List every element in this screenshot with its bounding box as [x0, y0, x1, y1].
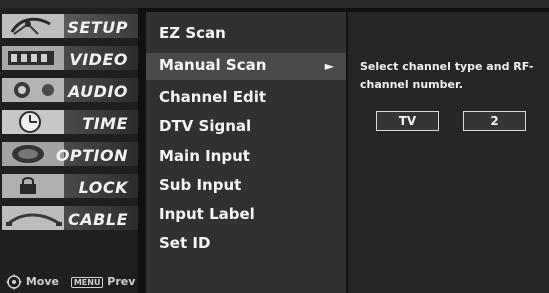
tab-label: CABLE	[68, 210, 128, 229]
tab-option[interactable]: OPTION	[0, 140, 138, 168]
category-tabs: SETUP VIDEO AUDIO TIME OPTION LOCK CABLE…	[0, 8, 138, 293]
tab-time[interactable]: TIME	[0, 108, 138, 136]
manual-scan-instructions: Select channel type and RF-channel numbe…	[360, 60, 534, 91]
clock-icon	[2, 110, 66, 134]
move-hint-label: Move	[25, 275, 59, 288]
menu-item-manual-scan[interactable]: Manual Scan ►	[146, 53, 346, 80]
menu-item-label: Input Label	[159, 205, 255, 223]
submenu-arrow-icon: ►	[324, 59, 334, 73]
menu-item-label: DTV Signal	[159, 117, 252, 135]
tab-label: SETUP	[67, 18, 128, 37]
menu-item-dtv-signal[interactable]: DTV Signal	[146, 114, 346, 141]
manual-scan-panel: Select channel type and RF-channel numbe…	[348, 12, 549, 293]
menu-badge-icon: MENU	[70, 276, 104, 288]
speaker-icon	[2, 78, 66, 102]
prev-hint-label: Prev	[107, 275, 136, 288]
rf-channel-number-field[interactable]: 2	[463, 111, 526, 131]
menu-item-label: Set ID	[159, 234, 211, 252]
tab-label: OPTION	[55, 146, 128, 165]
menu-item-main-input[interactable]: Main Input	[146, 144, 346, 171]
tab-lock[interactable]: LOCK	[0, 172, 138, 200]
menu-item-ez-scan[interactable]: EZ Scan	[146, 21, 346, 48]
top-bar	[0, 0, 549, 8]
tab-label: AUDIO	[68, 82, 128, 101]
film-strip-icon	[2, 46, 66, 70]
menu-item-label: Channel Edit	[159, 88, 266, 106]
tab-cable[interactable]: CABLE	[0, 204, 138, 232]
menu-item-sub-input[interactable]: Sub Input	[146, 173, 346, 200]
tab-label: LOCK	[78, 178, 128, 197]
menu-item-label: Sub Input	[159, 176, 242, 194]
satellite-dish-icon	[2, 14, 66, 38]
move-icon	[6, 274, 22, 290]
tab-label: VIDEO	[69, 50, 128, 69]
cable-icon	[2, 206, 66, 230]
menu-item-label: Manual Scan	[159, 56, 267, 74]
menu-item-input-label[interactable]: Input Label	[146, 202, 346, 229]
navigation-hints: Move MENU Prev	[6, 274, 135, 290]
menu-item-label: Main Input	[159, 147, 250, 165]
menu-item-channel-edit[interactable]: Channel Edit	[146, 85, 346, 112]
tab-setup[interactable]: SETUP	[0, 12, 138, 40]
channel-type-field[interactable]: TV	[376, 111, 439, 131]
tab-audio[interactable]: AUDIO	[0, 76, 138, 104]
menu-item-label: EZ Scan	[159, 24, 226, 42]
menu-item-set-id[interactable]: Set ID	[146, 231, 346, 258]
tv-setup-screen: SETUP VIDEO AUDIO TIME OPTION LOCK CABLE…	[0, 0, 549, 293]
tab-video[interactable]: VIDEO	[0, 44, 138, 72]
setup-menu-list: EZ Scan Manual Scan ► Channel Edit DTV S…	[146, 12, 346, 293]
lock-icon	[2, 174, 66, 198]
tab-label: TIME	[82, 114, 128, 133]
